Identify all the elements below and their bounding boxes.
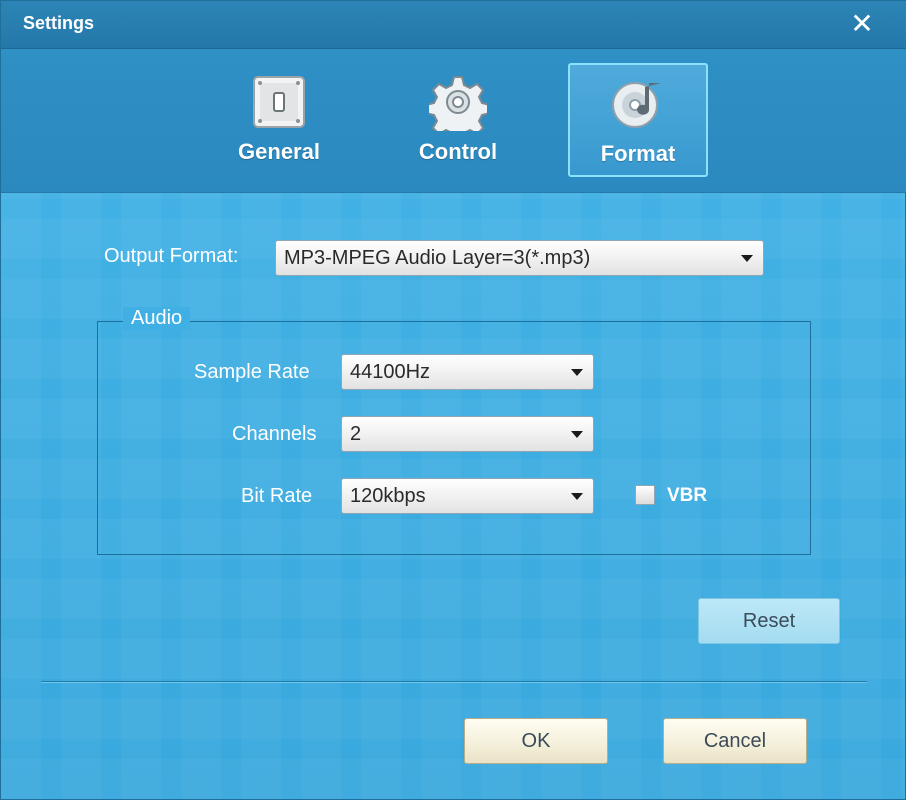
channels-dropdown[interactable]: 2 bbox=[341, 416, 594, 452]
switch-icon bbox=[253, 76, 305, 128]
tab-control[interactable]: Control bbox=[388, 63, 528, 177]
vbr-checkbox[interactable] bbox=[635, 485, 655, 505]
settings-dialog: Settings ✕ General Control Format Output… bbox=[0, 0, 906, 800]
close-button[interactable]: ✕ bbox=[847, 9, 877, 39]
bit-rate-label: Bit Rate bbox=[241, 485, 313, 507]
output-format-label: Output Format: bbox=[104, 245, 239, 267]
channels-label: Channels bbox=[232, 423, 317, 445]
reset-button[interactable]: Reset bbox=[698, 598, 840, 644]
title-bar: Settings ✕ bbox=[1, 1, 906, 49]
disc-music-icon bbox=[612, 82, 661, 128]
vbr-label: VBR bbox=[667, 485, 708, 506]
chevron-down-icon bbox=[571, 369, 583, 376]
chevron-down-icon bbox=[571, 493, 583, 500]
tab-strip: General Control Format bbox=[1, 49, 906, 193]
window-title: Settings bbox=[23, 13, 95, 33]
sample-rate-value: 44100Hz bbox=[350, 361, 431, 383]
cancel-button[interactable]: Cancel bbox=[663, 718, 807, 764]
channels-value: 2 bbox=[350, 423, 362, 445]
bit-rate-value: 120kbps bbox=[350, 485, 426, 507]
sample-rate-dropdown[interactable]: 44100Hz bbox=[341, 354, 594, 390]
tab-format[interactable]: Format bbox=[568, 63, 708, 177]
tab-control-label: Control bbox=[418, 139, 498, 164]
tab-general[interactable]: General bbox=[209, 63, 349, 177]
divider bbox=[41, 681, 867, 683]
chevron-down-icon bbox=[571, 431, 583, 438]
chevron-down-icon bbox=[741, 255, 753, 262]
output-format-value: MP3-MPEG Audio Layer=3(*.mp3) bbox=[284, 247, 591, 269]
tab-format-label: Format bbox=[600, 141, 676, 166]
sample-rate-label: Sample Rate bbox=[194, 361, 310, 383]
bit-rate-dropdown[interactable]: 120kbps bbox=[341, 478, 594, 514]
gear-icon bbox=[429, 76, 487, 131]
ok-button[interactable]: OK bbox=[464, 718, 608, 764]
audio-group-title: Audio bbox=[123, 307, 191, 330]
tab-general-label: General bbox=[238, 139, 320, 164]
close-icon: ✕ bbox=[850, 8, 874, 39]
output-format-dropdown[interactable]: MP3-MPEG Audio Layer=3(*.mp3) bbox=[275, 240, 764, 276]
